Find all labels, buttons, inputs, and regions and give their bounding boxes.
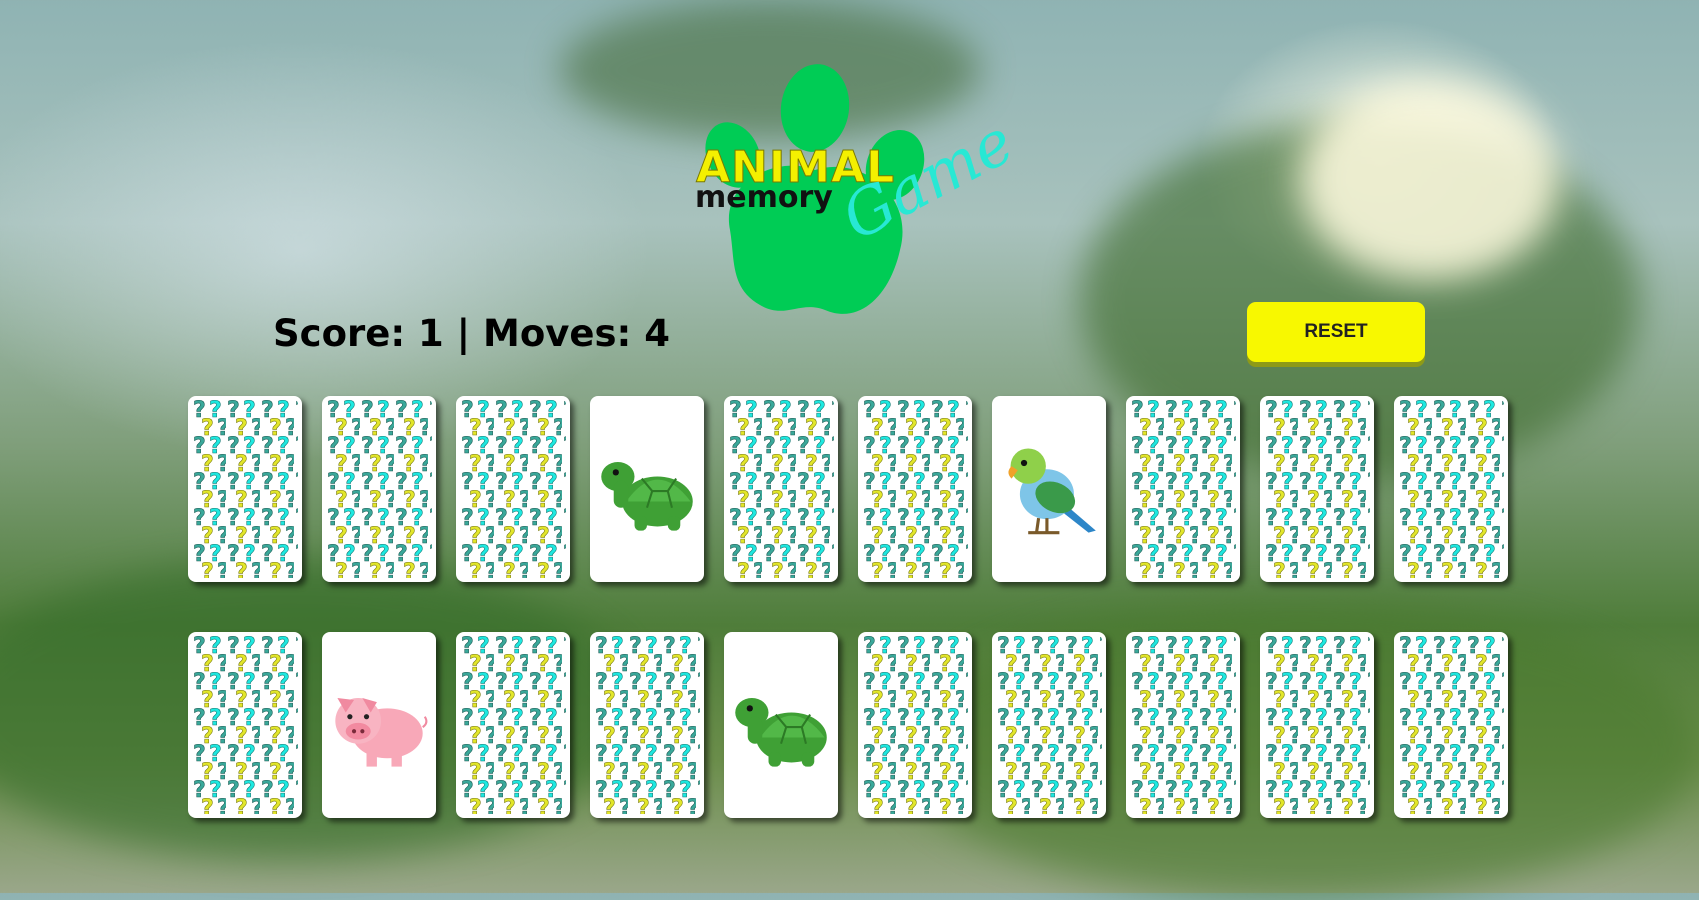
card-revealed-turtle[interactable] (724, 632, 838, 818)
pig-icon (335, 697, 428, 767)
card-hidden[interactable] (858, 632, 972, 818)
card-row (188, 632, 1513, 818)
card-hidden[interactable] (1260, 632, 1374, 818)
card-revealed-pig[interactable] (322, 632, 436, 818)
card-hidden[interactable] (456, 632, 570, 818)
card-hidden[interactable] (992, 632, 1106, 818)
card-revealed-turtle[interactable] (590, 396, 704, 582)
card-back-pattern (460, 400, 566, 578)
card-back-pattern (1130, 636, 1236, 814)
game-logo: ANIMAL memory Game (690, 60, 1025, 330)
card-hidden[interactable] (1126, 396, 1240, 582)
bird-icon (1008, 448, 1096, 535)
card-back-pattern (594, 636, 700, 814)
card-back-pattern (1130, 400, 1236, 578)
card-back-pattern (728, 400, 834, 578)
card-hidden[interactable] (188, 396, 302, 582)
reset-button[interactable]: RESET (1247, 302, 1425, 362)
card-board (188, 396, 1513, 868)
card-back-pattern (862, 636, 968, 814)
card-back-pattern (862, 400, 968, 578)
logo-word-memory: memory (695, 180, 833, 215)
turtle-icon (601, 461, 693, 531)
card-hidden[interactable] (1394, 396, 1508, 582)
score-moves-display: Score: 1 | Moves: 4 (273, 312, 670, 355)
card-hidden[interactable] (1260, 396, 1374, 582)
card-hidden[interactable] (456, 396, 570, 582)
card-back-pattern (996, 636, 1102, 814)
card-hidden[interactable] (1126, 632, 1240, 818)
card-back-pattern (460, 636, 566, 814)
card-hidden[interactable] (590, 632, 704, 818)
card-revealed-bird[interactable] (992, 396, 1106, 582)
card-back-pattern (192, 636, 298, 814)
card-hidden[interactable] (322, 396, 436, 582)
card-row (188, 396, 1513, 582)
card-back-pattern (1398, 400, 1504, 578)
card-back-pattern (1264, 400, 1370, 578)
card-back-pattern (1398, 636, 1504, 814)
card-hidden[interactable] (188, 632, 302, 818)
card-hidden[interactable] (1394, 632, 1508, 818)
card-back-pattern (326, 400, 432, 578)
turtle-icon (735, 697, 827, 767)
card-back-pattern (192, 400, 298, 578)
card-hidden[interactable] (858, 396, 972, 582)
card-back-pattern (1264, 636, 1370, 814)
card-hidden[interactable] (724, 396, 838, 582)
